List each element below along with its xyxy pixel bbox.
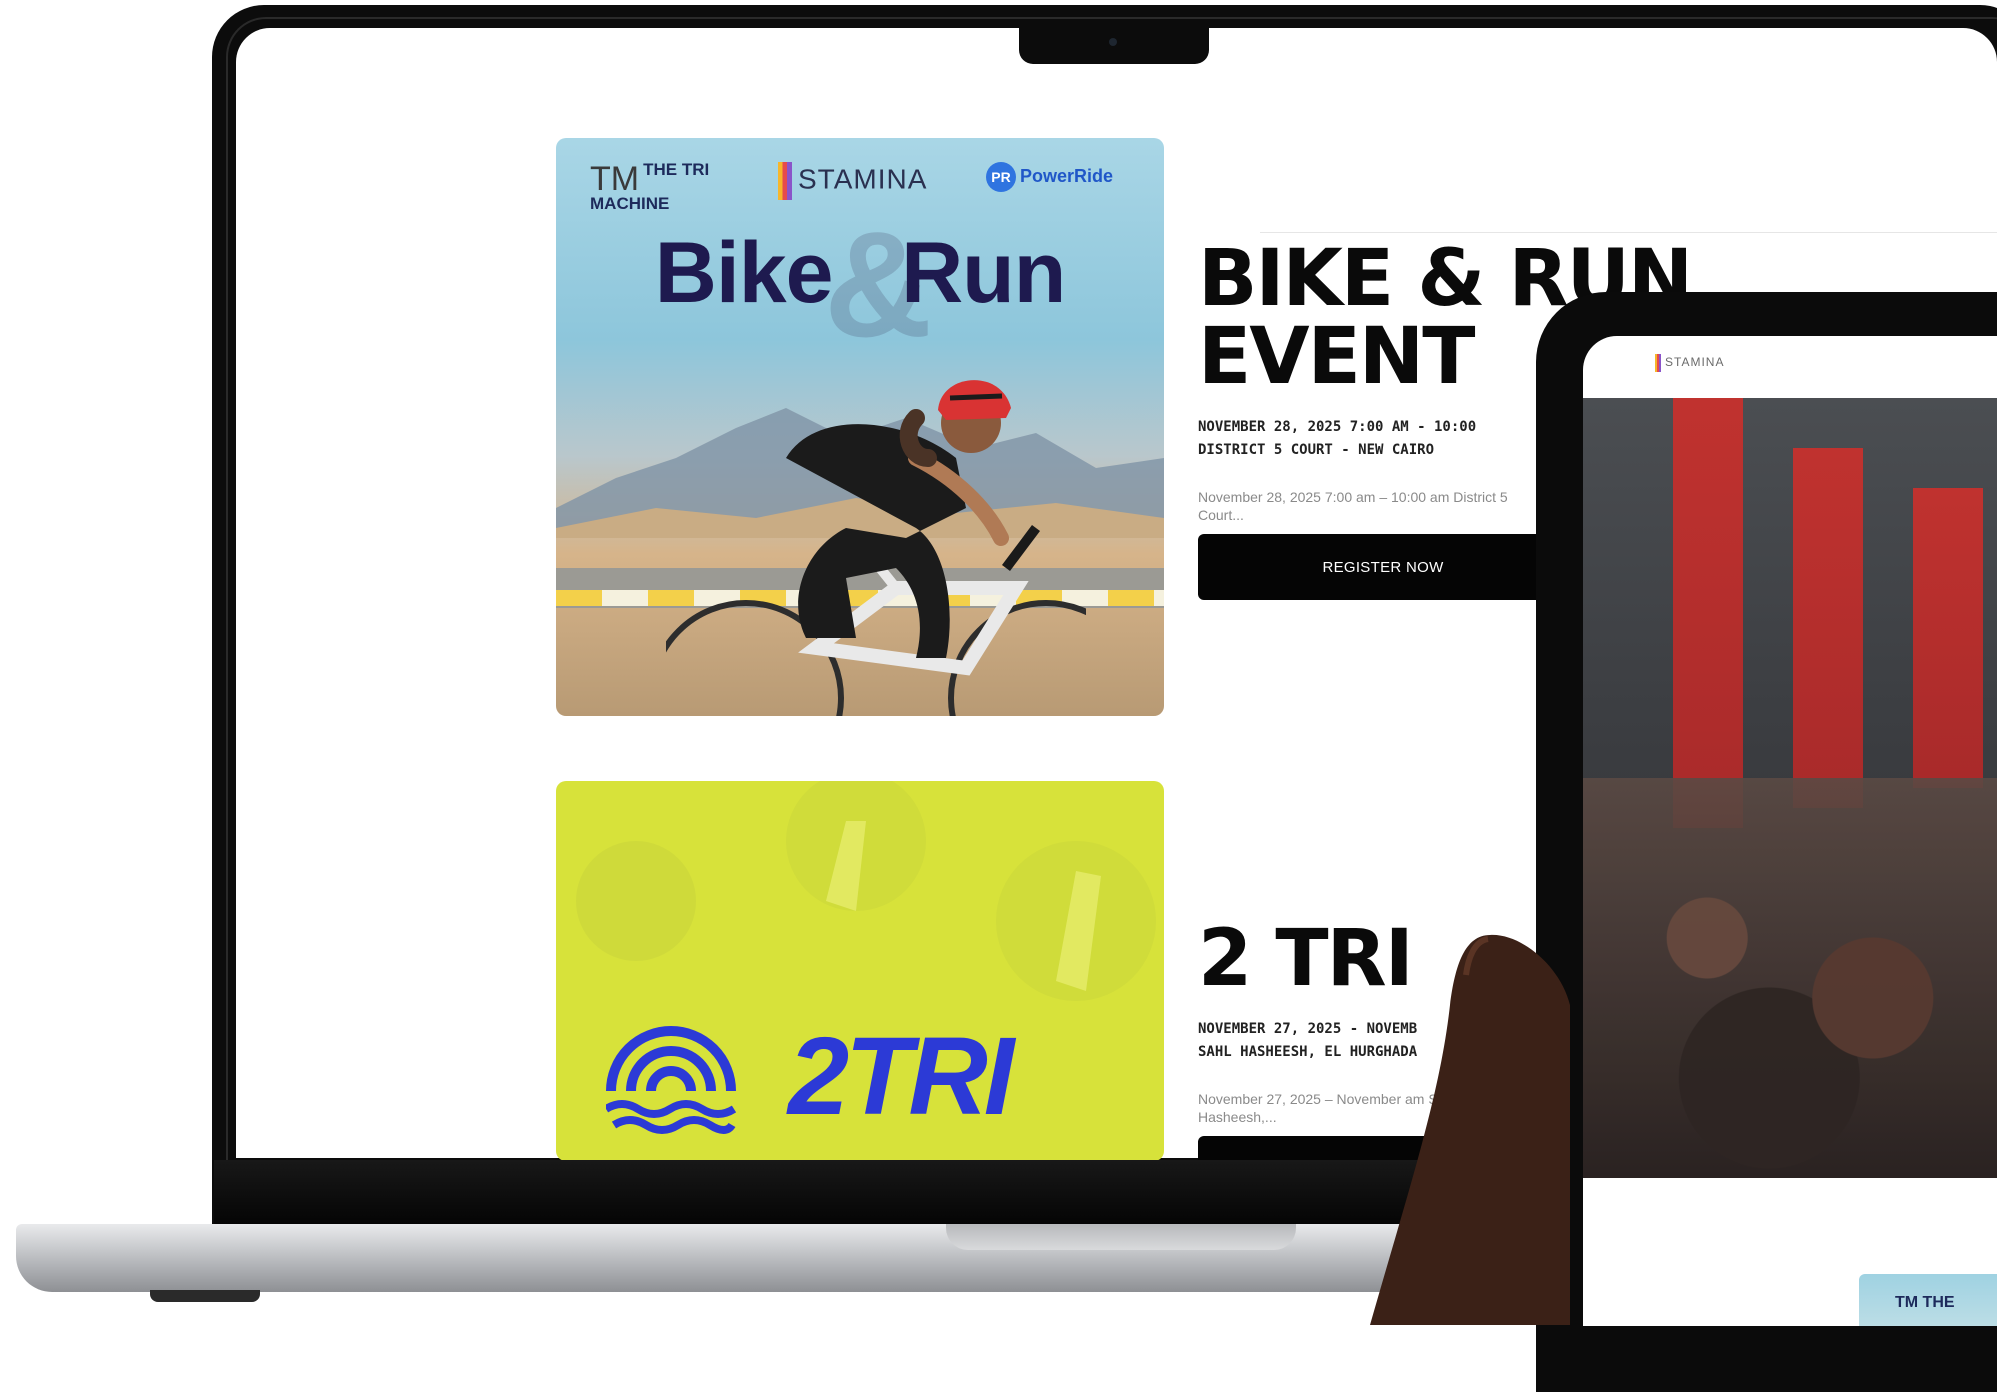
laptop-foot: [150, 1290, 260, 1302]
event-image-bike-run[interactable]: TM THE TRI MACHINE STAMINA PR PowerRide &…: [556, 138, 1164, 716]
2tri-wordmark: 2TRI: [788, 1015, 1014, 1138]
sponsor-logos: TM THE TRI MACHINE STAMINA PR PowerRide: [556, 152, 1164, 212]
tablet-stamina-logo[interactable]: STAMINA: [1655, 354, 1724, 372]
hand-thumb: [1370, 934, 1570, 1325]
camera-icon: [1109, 38, 1117, 46]
event-image-2tri[interactable]: 2TRI: [556, 781, 1164, 1161]
tablet-hero-image: [1583, 398, 1997, 1178]
red-banner: [1913, 488, 1983, 788]
stamina-logo: STAMINA: [778, 162, 927, 200]
tablet-screen: STAMINA TM THE: [1583, 336, 1997, 1326]
tri-machine-logo: TM THE TRI MACHINE: [590, 160, 710, 213]
powerride-logo: PR PowerRide: [986, 162, 1113, 192]
laptop-opening-notch: [946, 1224, 1296, 1250]
poster-title: Bike Run: [654, 225, 1067, 321]
stamina-bars-icon: [778, 162, 792, 200]
camera-notch: [1019, 28, 1209, 64]
crowd-photo: [1583, 778, 1997, 1178]
event-excerpt: November 28, 2025 7:00 am – 10:00 am Dis…: [1198, 489, 1508, 523]
register-now-button[interactable]: REGISTER NOW: [1198, 534, 1568, 600]
stamina-bars-icon: [1655, 354, 1661, 372]
cyclist-illustration: [666, 380, 1086, 716]
red-banner: [1793, 448, 1863, 808]
red-banner: [1673, 398, 1743, 828]
tablet-event-thumbnail[interactable]: TM THE: [1859, 1274, 1997, 1326]
section-divider: [1260, 232, 1997, 233]
